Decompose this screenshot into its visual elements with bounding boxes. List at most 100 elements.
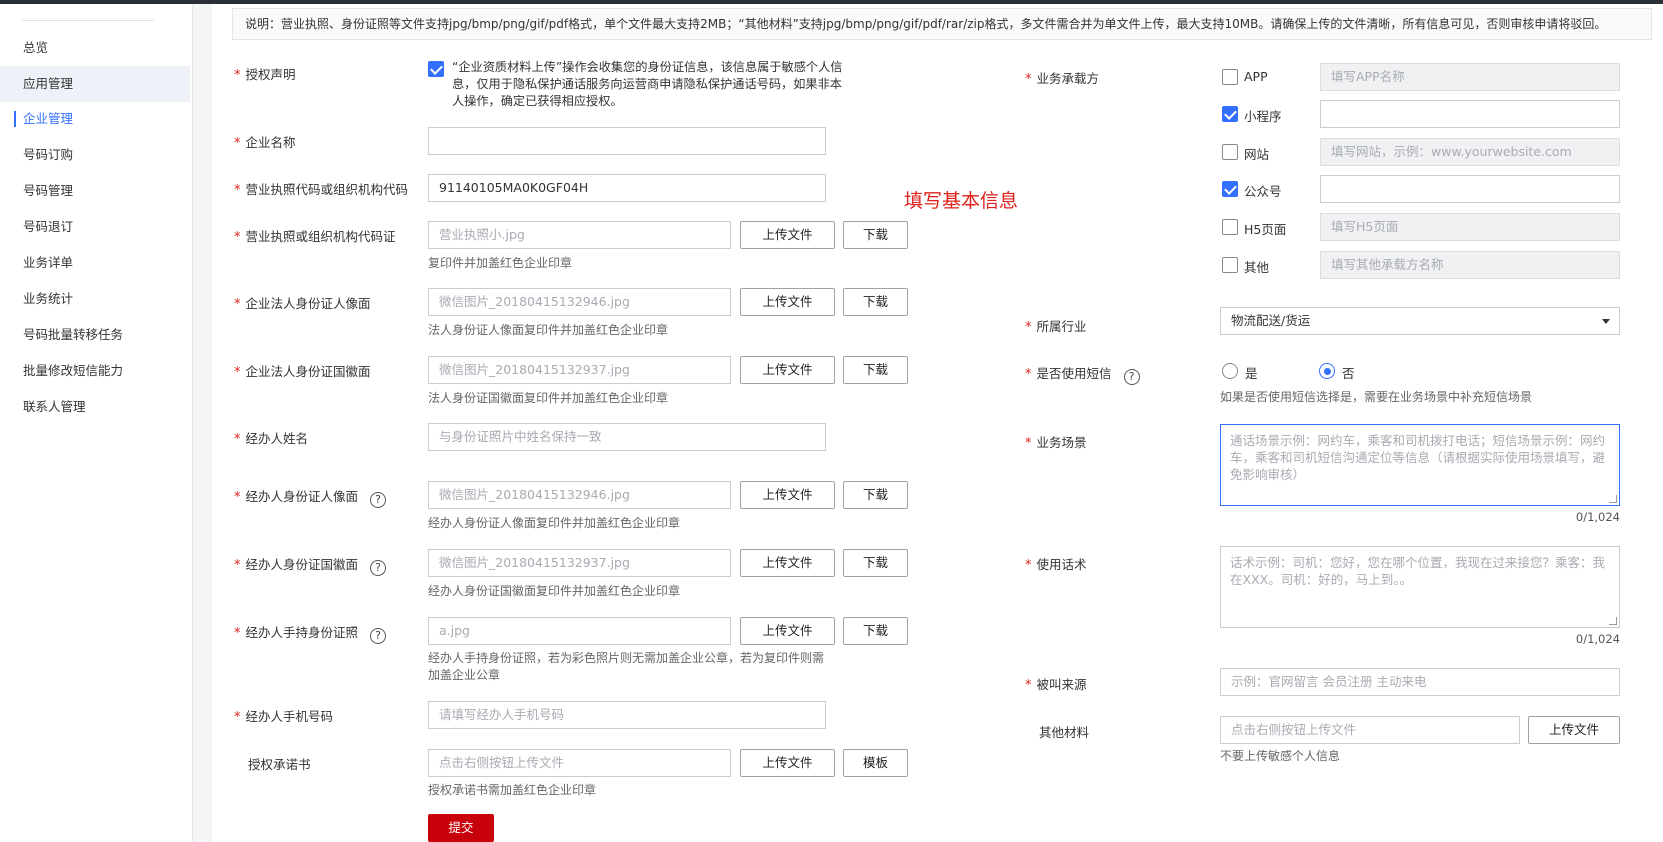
license-upload-button[interactable]: 上传文件 [740,221,835,249]
help-icon[interactable]: ? [370,492,387,508]
agent-phone-label: * 经办人手机号码 [234,709,334,725]
legal-front-upload-button[interactable]: 上传文件 [740,288,835,316]
carrier-label: * 业务承载方 [1025,71,1100,87]
resize-handle-icon[interactable] [1609,617,1617,625]
auth-letter-label: 授权承诺书 [248,757,311,772]
agent-front-download-button[interactable]: 下载 [843,481,908,509]
carrier-h5-label: H5页面 [1244,222,1287,237]
sms-hint: 如果是否使用短信选择是，需要在业务场景中补充短信场景 [1220,390,1533,404]
sidebar-item-number-management[interactable]: 号码管理 [0,173,190,209]
other-material-input[interactable]: 点击右侧按钮上传文件 [1220,716,1520,744]
agent-back-label: * 经办人身份证国徽面? [234,554,387,576]
sidebar-divider [22,20,154,21]
company-name-label: * 企业名称 [234,135,296,151]
sidebar-item-number-unsubscribe[interactable]: 号码退订 [0,209,190,245]
agent-front-hint: 经办人身份证人像面复印件并加盖红色企业印章 [428,516,681,530]
carrier-website-input[interactable]: 填写网站，示例：www.yourwebsite.com [1320,138,1620,166]
legal-front-hint: 法人身份证人像面复印件并加盖红色企业印章 [428,323,669,337]
script-textarea[interactable]: 话术示例：司机：您好，您在哪个位置，我现在过来接您？乘客：我在XXX。司机：好的… [1220,546,1620,628]
agent-name-label: * 经办人姓名 [234,431,309,447]
license-file-hint: 复印件并加盖红色企业印章 [428,256,573,270]
agent-hold-upload-button[interactable]: 上传文件 [740,617,835,645]
auth-letter-template-button[interactable]: 模板 [843,749,908,777]
carrier-website-checkbox[interactable] [1222,144,1238,160]
chevron-down-icon [1602,319,1610,324]
main-content: 说明：营业执照、身份证照等文件支持jpg/bmp/png/gif/pdf格式，单… [212,4,1663,842]
submit-button[interactable]: 提交 [428,814,494,842]
carrier-miniprogram-label: 小程序 [1244,109,1282,124]
agent-name-input[interactable]: 与身份证照片中姓名保持一致 [428,423,826,451]
industry-value: 物流配送/货运 [1231,313,1311,328]
sidebar-item-app-management[interactable]: 应用管理 [0,66,190,102]
agent-back-hint: 经办人身份证国徽面复印件并加盖红色企业印章 [428,584,681,598]
agent-back-input[interactable]: 微信图片_20180415132937.jpg [428,549,731,577]
carrier-h5-checkbox[interactable] [1222,219,1238,235]
carrier-other-checkbox[interactable] [1222,257,1238,273]
help-icon[interactable]: ? [1123,369,1140,385]
carrier-official-account-checkbox[interactable] [1222,181,1238,197]
sms-no-label: 否 [1342,366,1355,381]
legal-back-label: * 企业法人身份证国徽面 [234,364,371,380]
legal-front-download-button[interactable]: 下载 [843,288,908,316]
help-icon[interactable]: ? [370,628,387,644]
agent-hold-download-button[interactable]: 下载 [843,617,908,645]
sms-no-radio[interactable] [1319,363,1335,379]
industry-select[interactable]: 物流配送/货运 [1220,307,1620,335]
legal-front-input[interactable]: 微信图片_20180415132946.jpg [428,288,731,316]
license-code-input[interactable]: 91140105MA0K0GF04H [428,174,826,202]
license-file-input[interactable]: 营业执照小.jpg [428,221,731,249]
legal-back-input[interactable]: 微信图片_20180415132937.jpg [428,356,731,384]
agent-phone-input[interactable]: 请填写经办人手机号码 [428,701,826,729]
carrier-miniprogram-input[interactable] [1320,100,1620,128]
auth-checkbox[interactable] [428,61,444,77]
auth-letter-input[interactable]: 点击右侧按钮上传文件 [428,749,731,777]
carrier-app-input[interactable]: 填写APP名称 [1320,63,1620,91]
carrier-app-label: APP [1244,69,1268,84]
auth-letter-upload-button[interactable]: 上传文件 [740,749,835,777]
sidebar-item-business-stats[interactable]: 业务统计 [0,281,190,317]
auth-label: * 授权声明 [234,67,296,83]
legal-back-upload-button[interactable]: 上传文件 [740,356,835,384]
industry-label: * 所属行业 [1025,319,1087,335]
license-code-label: * 营业执照代码或组织机构代码 [234,182,409,198]
carrier-other-input[interactable]: 填写其他承载方名称 [1320,251,1620,279]
license-file-label: * 营业执照或组织机构代码证 [234,229,396,245]
license-download-button[interactable]: 下载 [843,221,908,249]
carrier-official-account-label: 公众号 [1244,184,1282,199]
sidebar-item-contacts[interactable]: 联系人管理 [0,389,190,425]
carrier-official-account-input[interactable] [1320,175,1620,203]
carrier-app-checkbox[interactable] [1222,69,1238,85]
agent-back-download-button[interactable]: 下载 [843,549,908,577]
other-material-hint: 不要上传敏感个人信息 [1220,749,1341,763]
sidebar-item-number-order[interactable]: 号码订购 [0,137,190,173]
sms-yes-radio[interactable] [1222,363,1238,379]
legal-back-download-button[interactable]: 下载 [843,356,908,384]
agent-front-input[interactable]: 微信图片_20180415132946.jpg [428,481,731,509]
agent-hold-input[interactable]: a.jpg [428,617,731,645]
auth-letter-hint: 授权承诺书需加盖红色企业印章 [428,783,597,797]
company-name-input[interactable] [428,127,826,155]
source-label: * 被叫来源 [1025,677,1087,693]
auth-statement-text: “企业资质材料上传”操作会收集您的身份证信息，该信息属于敏感个人信息，仅用于隐私… [452,60,843,108]
carrier-miniprogram-checkbox[interactable] [1222,106,1238,122]
help-icon[interactable]: ? [370,560,387,576]
agent-hold-hint: 经办人手持身份证照，若为彩色照片则无需加盖企业公章，若为复印件则需加盖企业公章 [428,651,825,682]
sidebar-item-batch-sms[interactable]: 批量修改短信能力 [0,353,190,389]
carrier-other-label: 其他 [1244,260,1270,275]
agent-front-upload-button[interactable]: 上传文件 [740,481,835,509]
scene-label: * 业务场景 [1025,435,1087,451]
sidebar-item-overview[interactable]: 总览 [0,30,190,66]
sidebar: 总览 应用管理 企业管理 号码订购 号码管理 号码退订 业务详单 业务统计 号码… [0,4,193,842]
sidebar-item-business-detail[interactable]: 业务详单 [0,245,190,281]
resize-handle-icon[interactable] [1609,495,1617,503]
carrier-h5-input[interactable]: 填写H5页面 [1320,213,1620,241]
annotation-text: 填写基本信息 [904,190,1019,212]
sidebar-item-batch-transfer[interactable]: 号码批量转移任务 [0,317,190,353]
other-material-upload-button[interactable]: 上传文件 [1528,716,1620,744]
source-input[interactable]: 示例：官网留言 会员注册 主动来电 [1220,668,1620,696]
scene-textarea[interactable]: 通话场景示例：网约车，乘客和司机拨打电话；短信场景示例：网约车，乘客和司机短信沟… [1220,424,1620,506]
sidebar-item-enterprise-management[interactable]: 企业管理 [0,101,190,137]
agent-back-upload-button[interactable]: 上传文件 [740,549,835,577]
other-material-label: 其他材料 [1039,725,1090,740]
notice-banner: 说明：营业执照、身份证照等文件支持jpg/bmp/png/gif/pdf格式，单… [232,8,1652,40]
